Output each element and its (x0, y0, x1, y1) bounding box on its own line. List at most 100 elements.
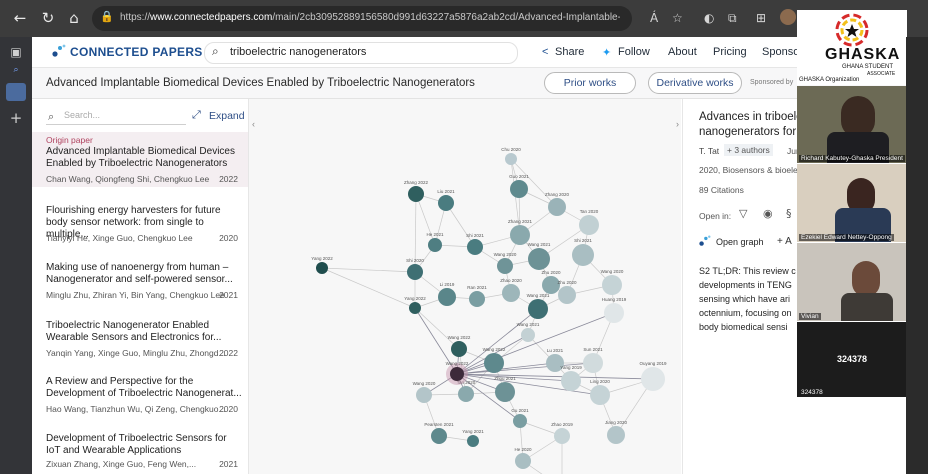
graph-node[interactable]: Zhu 2020 (557, 280, 577, 304)
graph-node[interactable]: Shi 2020 (406, 258, 424, 280)
graph-node-circle[interactable] (407, 264, 423, 280)
graph-node-circle[interactable] (558, 286, 576, 304)
list-item[interactable]: Making use of nanoenergy from human – Na… (32, 260, 248, 312)
graph-node-circle[interactable] (505, 153, 517, 165)
graph-node[interactable]: Jiang 2020 (605, 420, 628, 444)
graph-node[interactable]: Wang 2020 (601, 269, 624, 295)
graph-node-circle[interactable] (528, 248, 550, 270)
graph-node-circle[interactable] (409, 302, 421, 314)
graph-node[interactable]: Sun 2021 (583, 347, 603, 373)
graph-node[interactable]: Ran 2021 (467, 285, 487, 307)
add-link[interactable]: + A (777, 236, 792, 247)
pdf-icon[interactable]: ▽ (739, 207, 747, 220)
graph-node[interactable]: Yang 2019 (560, 365, 582, 391)
graph-node[interactable]: Tan 2020 (579, 209, 599, 235)
graph-node-circle[interactable] (316, 262, 328, 274)
graph-node[interactable]: Li 2019 (438, 282, 456, 306)
site-logo[interactable]: CONNECTED PAPERS (70, 45, 203, 59)
details-author[interactable]: T. Tat (699, 146, 719, 156)
graph-node-circle[interactable] (583, 353, 603, 373)
graph-canvas[interactable]: Chu 2020 Zhang 2022 Liu 2021 Guo 2021 Zhang … (249, 99, 681, 474)
profile-avatar[interactable] (780, 9, 796, 25)
graph-node[interactable]: Wang 2022 (448, 335, 471, 357)
split-icon[interactable]: ⧉ (728, 11, 737, 26)
graph-node[interactable]: Shi 2021 (572, 238, 594, 266)
expand-icon[interactable]: ⤢ (192, 108, 201, 122)
extension-icon[interactable]: ◐ (704, 11, 714, 25)
graph-node-circle[interactable] (408, 186, 424, 202)
graph-node-circle[interactable] (579, 215, 599, 235)
graph-node[interactable]: Zhang 2020 (545, 192, 570, 216)
graph-node[interactable]: Ouyang 2019 (639, 361, 667, 391)
list-item-origin[interactable]: Origin paper Advanced Implantable Biomed… (32, 132, 248, 187)
graph-node-circle[interactable] (590, 385, 610, 405)
graph-node[interactable]: Huang 2019 (602, 297, 627, 323)
share-icon[interactable]: < (542, 46, 548, 58)
graph-node-circle[interactable] (502, 284, 520, 302)
list-item[interactable]: Development of Triboelectric Sensors for… (32, 431, 248, 474)
graph-node-circle[interactable] (467, 435, 479, 447)
graph-node-circle[interactable] (602, 275, 622, 295)
scrollbar[interactable] (906, 37, 928, 474)
tabs-icon[interactable]: ▣ (0, 45, 32, 59)
list-item[interactable]: A Review and Perspective for the Develop… (32, 374, 248, 426)
back-icon[interactable]: ← (10, 9, 30, 27)
graph-node-circle[interactable] (458, 386, 474, 402)
graph-node[interactable]: He 2021 (426, 232, 444, 252)
graph-node-circle[interactable] (513, 414, 527, 428)
graph-node-circle[interactable] (495, 382, 515, 402)
participant-tile[interactable]: Richard Kabutey-Ghaska President (797, 86, 907, 163)
graph-node[interactable]: Guo 2021 (509, 174, 529, 198)
graph-node[interactable]: Zhang 2022 (404, 180, 429, 202)
graph-node-circle[interactable] (528, 299, 548, 319)
graph-node-circle[interactable] (542, 276, 560, 294)
about-link[interactable]: About (668, 46, 697, 58)
graph-node[interactable]: Zhao 2020 (500, 278, 522, 302)
list-item[interactable]: Flourishing energy harvesters for future… (32, 203, 248, 253)
participant-tile[interactable]: Ezekiel Edward Nettey-Oppong (797, 164, 907, 242)
graph-node-circle[interactable] (484, 353, 504, 373)
prior-works-button[interactable]: Prior works (544, 72, 636, 94)
graph-node-circle[interactable] (607, 426, 625, 444)
graph-node-circle[interactable] (521, 328, 535, 342)
graph-node[interactable]: Liu 2021 (437, 189, 455, 211)
graph-node[interactable]: Gu 2021 (511, 408, 529, 428)
graph-node-circle[interactable] (467, 239, 483, 255)
graph-node[interactable]: Wang 2020 (494, 252, 517, 274)
collections-icon[interactable]: ⊞ (756, 11, 766, 25)
search-sidebar-icon[interactable]: ⌕ (0, 65, 32, 75)
collapse-left-icon[interactable]: ‹ (252, 119, 255, 129)
graph-node[interactable]: Wang 2021 (528, 242, 551, 270)
participant-tile[interactable]: 324378 324378 (797, 322, 907, 397)
graph-node-circle[interactable] (548, 198, 566, 216)
graph-node[interactable]: Ling 2020 (590, 379, 610, 405)
expand-button[interactable]: Expand (209, 110, 245, 122)
graph-node-circle[interactable] (572, 244, 594, 266)
reader-icon[interactable]: Á (650, 11, 658, 25)
add-icon[interactable]: + (0, 109, 32, 127)
home-icon[interactable]: ⌂ (64, 9, 84, 27)
collapse-right-icon[interactable]: › (676, 119, 679, 129)
search-value[interactable]: triboelectric nanogenerators (230, 46, 366, 58)
graph-node-circle[interactable] (438, 288, 456, 306)
graph-node-circle[interactable] (641, 367, 665, 391)
graph-node-circle[interactable] (416, 387, 432, 403)
graph-node[interactable]: He 2020 (514, 447, 532, 469)
share-link[interactable]: Share (555, 46, 584, 58)
graph-node-circle[interactable] (604, 303, 624, 323)
more-authors-badge[interactable]: + 3 authors (724, 144, 773, 156)
list-item[interactable]: Triboelectric Nanogenerator Enabled Wear… (32, 318, 248, 370)
favorite-icon[interactable]: ☆ (672, 11, 683, 25)
graph-node-circle[interactable] (428, 238, 442, 252)
graph-node[interactable]: Chu 2020 (501, 147, 521, 165)
twitter-icon[interactable]: ✦ (602, 46, 611, 59)
graph-node-circle[interactable] (431, 428, 447, 444)
graph-node-circle[interactable] (510, 180, 528, 198)
graph-node-circle[interactable] (561, 371, 581, 391)
graph-node[interactable]: Pearsten 2021 (424, 422, 454, 444)
graph-node-circle[interactable] (469, 291, 485, 307)
reload-icon[interactable]: ↻ (38, 9, 58, 27)
follow-link[interactable]: Follow (618, 46, 650, 58)
graph-node[interactable]: Yang 2021 (462, 429, 484, 447)
connected-papers-sidebar-icon[interactable] (6, 83, 26, 101)
